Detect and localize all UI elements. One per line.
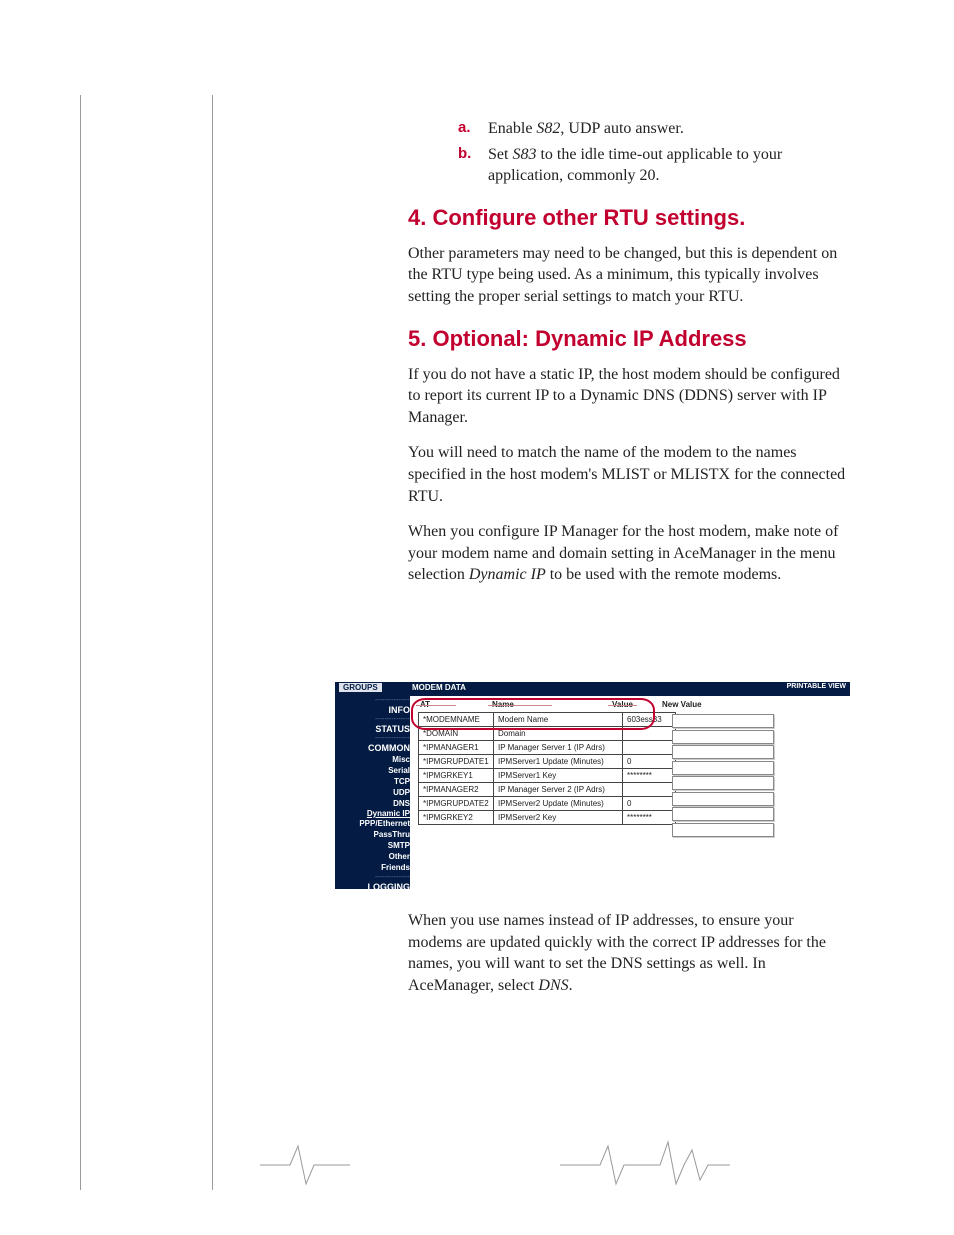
substep-text: Enable S82, UDP auto answer. [488, 120, 684, 137]
sidebar-item-other[interactable]: Other [335, 851, 410, 862]
sidebar-item-dynamic-ip[interactable]: Dynamic IP [335, 809, 410, 818]
cell-value [623, 727, 676, 741]
cell-value: ******** [623, 769, 676, 783]
cell-value [623, 741, 676, 755]
margin-rule-mid [212, 95, 213, 1190]
cell-at: *IPMGRUPDATE2 [419, 797, 494, 811]
substep-a: a. Enable S82, UDP auto answer. [458, 118, 848, 140]
sidebar-item-friends[interactable]: Friends [335, 862, 410, 873]
groups-tab[interactable]: GROUPS [339, 683, 382, 692]
sidebar-item-misc[interactable]: Misc [335, 754, 410, 765]
substep-text: Set S83 to the idle time-out applicable … [488, 146, 782, 185]
new-value-input[interactable] [672, 761, 774, 775]
sidebar-item-status[interactable]: STATUS [335, 724, 410, 734]
sidebar-item-common[interactable]: COMMON [335, 743, 410, 753]
cell-at: *IPMGRKEY2 [419, 811, 494, 825]
config-table: *MODEMNAMEModem Name603ess33*DOMAINDomai… [418, 712, 676, 825]
section5-p1: If you do not have a static IP, the host… [408, 364, 848, 429]
cell-at: *MODEMNAME [419, 713, 494, 727]
new-value-input[interactable] [672, 776, 774, 790]
table-row: *IPMANAGER2IP Manager Server 2 (IP Adrs) [419, 783, 676, 797]
decor-squiggle-left [260, 1140, 350, 1190]
section4-p1: Other parameters may need to be changed,… [408, 243, 848, 308]
substeps-list: a. Enable S82, UDP auto answer. b. Set S… [458, 118, 848, 187]
cell-name: IP Manager Server 1 (IP Adrs) [494, 741, 623, 755]
cell-value [623, 783, 676, 797]
section5-p2: You will need to match the name of the m… [408, 442, 848, 507]
cell-value: 0 [623, 755, 676, 769]
printable-view-link[interactable]: PRINTABLE VIEW [787, 683, 846, 690]
table-row: *DOMAINDomain [419, 727, 676, 741]
sidebar-item-info[interactable]: INFO [335, 705, 410, 715]
sidebar-item-dns[interactable]: DNS [335, 798, 410, 809]
new-value-input[interactable] [672, 730, 774, 744]
sidebar-item-logging[interactable]: LOGGING [335, 882, 410, 892]
modem-data-label: MODEM DATA [412, 683, 466, 692]
cell-value: 603ess33 [623, 713, 676, 727]
new-value-input[interactable] [672, 807, 774, 821]
acemanager-screenshot: GROUPS MODEM DATA PRINTABLE VIEW -------… [335, 682, 850, 889]
table-row: *IPMGRKEY2IPMServer2 Key******** [419, 811, 676, 825]
table-row: *IPMGRUPDATE1IPMServer1 Update (Minutes)… [419, 755, 676, 769]
col-newvalue: New Value [662, 700, 742, 709]
section5-title: 5. Optional: Dynamic IP Address [408, 326, 848, 352]
col-at: AT [420, 700, 492, 709]
table-row: *IPMGRUPDATE2IPMServer2 Update (Minutes)… [419, 797, 676, 811]
cell-at: *IPMANAGER1 [419, 741, 494, 755]
section5-p4: When you use names instead of IP address… [408, 910, 848, 996]
cell-name: Modem Name [494, 713, 623, 727]
decor-squiggle-right [560, 1140, 730, 1190]
sidebar-item-smtp[interactable]: SMTP [335, 840, 410, 851]
sidebar-item-passthru[interactable]: PassThru [335, 829, 410, 840]
sidebar-item-tcp[interactable]: TCP [335, 776, 410, 787]
sidebar: --------------- INFO --------------- STA… [335, 696, 414, 889]
cell-at: *DOMAIN [419, 727, 494, 741]
cell-name: IPMServer1 Key [494, 769, 623, 783]
table-row: *IPMGRKEY1IPMServer1 Key******** [419, 769, 676, 783]
table-row: *IPMANAGER1IP Manager Server 1 (IP Adrs) [419, 741, 676, 755]
cell-at: *IPMGRUPDATE1 [419, 755, 494, 769]
new-value-input[interactable] [672, 792, 774, 806]
sidebar-item-ppp[interactable]: PPP/Ethernet [335, 818, 410, 829]
cell-name: IPMServer2 Update (Minutes) [494, 797, 623, 811]
table-row: *MODEMNAMEModem Name603ess33 [419, 713, 676, 727]
cell-name: Domain [494, 727, 623, 741]
new-value-input[interactable] [672, 745, 774, 759]
margin-rule-left [80, 95, 81, 1190]
substep-marker: a. [458, 118, 471, 138]
table-header: AT Name Value New Value [420, 700, 844, 709]
cell-name: IPMServer2 Key [494, 811, 623, 825]
cell-value: 0 [623, 797, 676, 811]
section4-title: 4. Configure other RTU settings. [408, 205, 848, 231]
cell-name: IP Manager Server 2 (IP Adrs) [494, 783, 623, 797]
sidebar-item-udp[interactable]: UDP [335, 787, 410, 798]
new-value-input[interactable] [672, 823, 774, 837]
cell-at: *IPMANAGER2 [419, 783, 494, 797]
cell-name: IPMServer1 Update (Minutes) [494, 755, 623, 769]
substep-b: b. Set S83 to the idle time-out applicab… [458, 144, 848, 187]
new-value-input[interactable] [672, 714, 774, 728]
col-value: Value [612, 700, 662, 709]
cell-value: ******** [623, 811, 676, 825]
section5-p3: When you configure IP Manager for the ho… [408, 521, 848, 586]
sidebar-item-serial[interactable]: Serial [335, 765, 410, 776]
col-name: Name [492, 700, 612, 709]
substep-marker: b. [458, 144, 471, 164]
cell-at: *IPMGRKEY1 [419, 769, 494, 783]
